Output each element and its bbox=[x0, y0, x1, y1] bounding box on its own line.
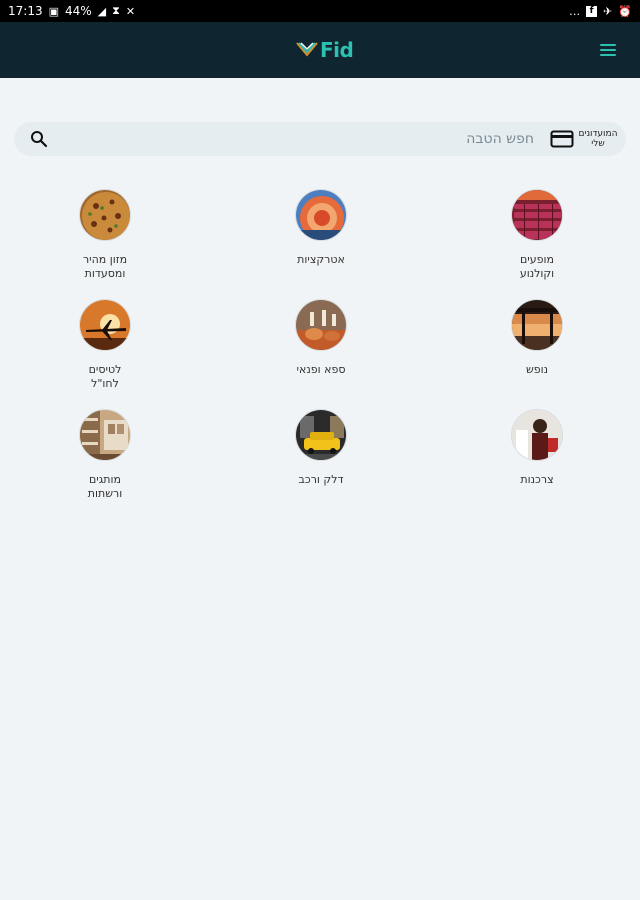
alarm-icon: ⏰ bbox=[618, 4, 632, 18]
search-bar: המועדונים שלי bbox=[14, 122, 626, 156]
my-clubs-label-line2: שלי bbox=[591, 139, 605, 149]
category-label-line2: ורשתות bbox=[87, 487, 123, 500]
category-flights[interactable]: לטיסים לחו"ל bbox=[35, 299, 175, 391]
spa-image bbox=[295, 299, 347, 351]
category-label: אטרקציות bbox=[271, 253, 371, 267]
category-label: לטיסים לחו"ל bbox=[55, 363, 155, 391]
menu-icon[interactable] bbox=[600, 40, 620, 60]
category-label-line1: מותגים bbox=[89, 473, 121, 486]
status-bar: 17:13 ▣ 44% ◢ ⧗ ✕ … f ✈ ⏰ bbox=[0, 0, 640, 22]
category-label-line1: אטרקציות bbox=[297, 253, 345, 266]
hourglass-icon: ⧗ bbox=[112, 4, 120, 17]
category-label: מותגים ורשתות bbox=[55, 473, 155, 501]
ride-image bbox=[295, 189, 347, 241]
mute-icon: ✕ bbox=[125, 4, 136, 18]
my-clubs-label: המועדונים שלי bbox=[578, 129, 618, 149]
taxi-image bbox=[295, 409, 347, 461]
category-label-line1: לטיסים bbox=[88, 363, 122, 376]
category-fastfood[interactable]: מזון מהיר ומסעדות bbox=[35, 189, 175, 281]
store-image bbox=[79, 409, 131, 461]
theater-seats-image bbox=[511, 189, 563, 241]
status-time: 17:13 bbox=[8, 4, 43, 18]
category-shows[interactable]: מופעים וקולנוע bbox=[467, 189, 607, 281]
status-right: … f ✈ ⏰ bbox=[569, 5, 632, 18]
credit-card-icon bbox=[550, 130, 574, 148]
shopping-person-image bbox=[511, 409, 563, 461]
facebook-icon: f bbox=[586, 5, 598, 17]
category-label: דלק ורכב bbox=[271, 473, 371, 487]
category-label: מזון מהיר ומסעדות bbox=[55, 253, 155, 281]
category-fuel[interactable]: דלק ורכב bbox=[251, 409, 391, 487]
more-icon: … bbox=[569, 4, 581, 18]
category-label-line2: ומסעדות bbox=[84, 267, 126, 280]
airplane-check-icon: ✈ bbox=[603, 4, 613, 18]
category-shopping[interactable]: צרכנות bbox=[467, 409, 607, 487]
logo[interactable]: Fid bbox=[296, 36, 354, 64]
pizza-image bbox=[79, 189, 131, 241]
status-left: 17:13 ▣ 44% ◢ ⧗ ✕ bbox=[8, 4, 135, 18]
airplane-image bbox=[79, 299, 131, 351]
beach-sunset-image bbox=[511, 299, 563, 351]
my-clubs-button[interactable]: המועדונים שלי bbox=[538, 126, 618, 152]
image-icon: ▣ bbox=[48, 4, 59, 18]
category-label-line1: דלק ורכב bbox=[298, 473, 344, 486]
status-battery: 44% bbox=[65, 4, 92, 18]
category-label-line2: לחו"ל bbox=[91, 377, 119, 390]
app-bar: Fid bbox=[0, 22, 640, 78]
category-attractions[interactable]: אטרקציות bbox=[251, 189, 391, 267]
category-label-line1: צרכנות bbox=[520, 473, 554, 486]
category-label-line1: מזון מהיר bbox=[82, 253, 128, 266]
logo-chevron-icon bbox=[296, 42, 318, 57]
my-clubs-label-line1: המועדונים bbox=[578, 129, 618, 139]
search-icon[interactable] bbox=[30, 130, 48, 148]
category-brands[interactable]: מותגים ורשתות bbox=[35, 409, 175, 501]
category-label-line1: נופש bbox=[525, 363, 549, 376]
search-input[interactable] bbox=[234, 129, 534, 149]
category-label-line2: וקולנוע bbox=[519, 267, 555, 280]
signal-icon: ◢ bbox=[97, 4, 107, 18]
category-spa[interactable]: ספא ופנאי bbox=[251, 299, 391, 377]
category-label: נופש bbox=[487, 363, 587, 377]
category-label-line1: מופעים bbox=[520, 253, 554, 266]
category-label: מופעים וקולנוע bbox=[487, 253, 587, 281]
category-vacation[interactable]: נופש bbox=[467, 299, 607, 377]
category-label: ספא ופנאי bbox=[271, 363, 371, 377]
category-label-line1: ספא ופנאי bbox=[296, 363, 346, 376]
category-label: צרכנות bbox=[487, 473, 587, 487]
logo-text: Fid bbox=[320, 38, 354, 62]
